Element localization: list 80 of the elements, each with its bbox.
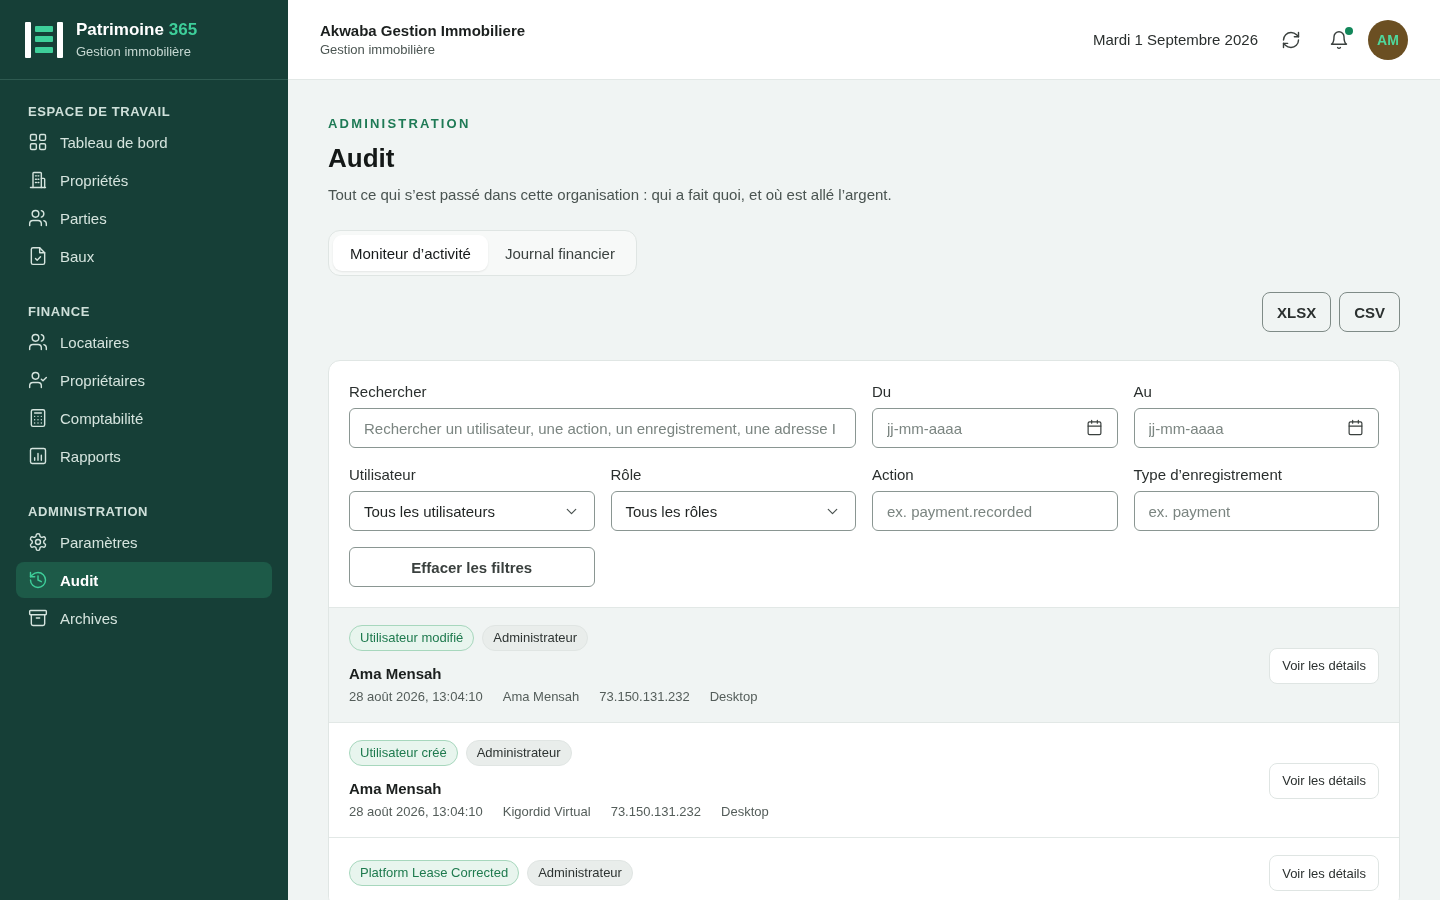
sidebar-item[interactable]: Rapports xyxy=(16,438,272,474)
action-tag: Platform Lease Corrected xyxy=(349,860,520,886)
role-tag: Administrateur xyxy=(465,740,572,766)
text-field[interactable]: ex. payment.recorded xyxy=(872,491,1118,531)
field-label: Rôle xyxy=(610,465,643,485)
export-button[interactable]: CSV xyxy=(1339,292,1400,332)
device-type: Desktop xyxy=(721,803,769,821)
ip-address: 73.150.131.232 xyxy=(599,688,690,706)
sidebar-item[interactable]: Archives xyxy=(16,600,272,636)
organization-name: Akwaba Gestion Immobiliere xyxy=(320,22,526,39)
details-button[interactable]: Voir les détails xyxy=(1269,762,1379,799)
log-entry-row[interactable]: Platform Lease Corrected Administrateur Voir les détails xyxy=(329,837,1399,900)
field-label: Du xyxy=(872,382,893,402)
sidebar-item[interactable]: Parties xyxy=(16,200,272,236)
logo-icon xyxy=(25,21,63,58)
field-label: Utilisateur xyxy=(349,465,417,485)
user-name: Ama Mensah xyxy=(349,664,443,684)
timestamp: 28 août 2026, 13:04:10 xyxy=(349,803,483,821)
refresh-icon[interactable] xyxy=(1281,29,1301,50)
sidebar-item[interactable]: Propriétés xyxy=(16,162,272,198)
user-name: Ama Mensah xyxy=(349,779,443,799)
sidebar-item[interactable]: Locataires xyxy=(16,324,272,360)
brand-number: 365 xyxy=(168,20,198,40)
users-icon xyxy=(28,208,48,228)
calendar-icon[interactable] xyxy=(1347,419,1364,436)
date-field[interactable]: jj-mm-aaaa xyxy=(872,408,1118,448)
section-heading: ADMINISTRATION xyxy=(27,504,150,520)
field-label: Action xyxy=(872,465,915,485)
grid-icon xyxy=(28,132,48,152)
tab[interactable]: Moniteur d’activité xyxy=(333,235,488,271)
field-label: Rechercher xyxy=(349,382,428,402)
users-icon xyxy=(28,332,48,352)
calculator-icon xyxy=(28,408,48,428)
role-tag: Administrateur xyxy=(482,625,589,651)
dropdown[interactable]: Tous les utilisateurs xyxy=(349,491,595,531)
details-button[interactable]: Voir les détails xyxy=(1269,855,1379,891)
sidebar-item[interactable]: Baux xyxy=(16,238,272,274)
section-heading: FINANCE xyxy=(27,304,91,320)
export-button[interactable]: XLSX xyxy=(1261,292,1332,332)
details-button[interactable]: Voir les détails xyxy=(1269,647,1379,684)
log-entry-row[interactable]: Utilisateur modifié Administrateur Ama Mensah 28 août 2026, 13:04:10 Ama Mensah 73.150.131.232 Desktop Voir les détails xyxy=(329,607,1399,722)
actor-name: Kigordid Virtual xyxy=(502,803,591,821)
user-avatar[interactable]: AM xyxy=(1368,19,1408,60)
field-label: Type d’enregistrement xyxy=(1133,465,1283,485)
clear-filters-button[interactable]: Effacer les filtres xyxy=(349,547,595,587)
archive-icon xyxy=(28,608,48,628)
device-type: Desktop xyxy=(709,688,758,706)
sidebar-item[interactable]: Propriétaires xyxy=(16,362,272,398)
search-field[interactable]: Rechercher un utilisateur, une action, un enregistrement, une adresse I xyxy=(349,408,856,448)
ip-address: 73.150.131.232 xyxy=(610,803,702,821)
sidebar-item[interactable]: Audit xyxy=(16,562,272,598)
history-icon xyxy=(28,570,48,590)
field-label: Au xyxy=(1133,382,1153,402)
text-field[interactable]: ex. payment xyxy=(1133,491,1379,531)
calendar-icon[interactable] xyxy=(1085,419,1103,436)
page-description: Tout ce qui s’est passé dans cette organisation : qui a fait quoi, et où est allé l’argent. xyxy=(328,185,893,205)
section-heading: ESPACE DE TRAVAIL xyxy=(27,104,172,120)
building-icon xyxy=(28,170,48,190)
current-date: Mardi 1 Septembre 2026 xyxy=(1092,31,1258,48)
action-tag: Utilisateur modifié xyxy=(349,625,475,651)
role-tag: Administrateur xyxy=(527,860,633,886)
timestamp: 28 août 2026, 13:04:10 xyxy=(349,688,483,706)
sidebar-item[interactable]: Comptabilité xyxy=(16,400,272,436)
brand-name: Patrimoine xyxy=(76,20,164,40)
page-eyebrow: ADMINISTRATION xyxy=(328,116,472,132)
tab[interactable]: Journal financier xyxy=(487,235,632,271)
bar-chart-icon xyxy=(28,446,48,466)
brand-subtitle: Gestion immobilière xyxy=(76,44,192,59)
date-field[interactable]: jj-mm-aaaa xyxy=(1133,408,1379,448)
sidebar-item[interactable]: Paramètres xyxy=(16,524,272,560)
settings-icon xyxy=(28,532,48,552)
user-check-icon xyxy=(28,370,48,390)
action-tag: Utilisateur créé xyxy=(349,740,458,766)
sidebar-item[interactable]: Tableau de bord xyxy=(16,124,272,160)
bell-icon[interactable] xyxy=(1329,29,1349,50)
dropdown[interactable]: Tous les rôles xyxy=(610,491,856,531)
actor-name: Ama Mensah xyxy=(502,688,580,706)
page-title: Audit xyxy=(328,142,396,174)
file-check-icon xyxy=(28,246,48,266)
organization-subtitle: Gestion immobilière xyxy=(320,42,436,57)
